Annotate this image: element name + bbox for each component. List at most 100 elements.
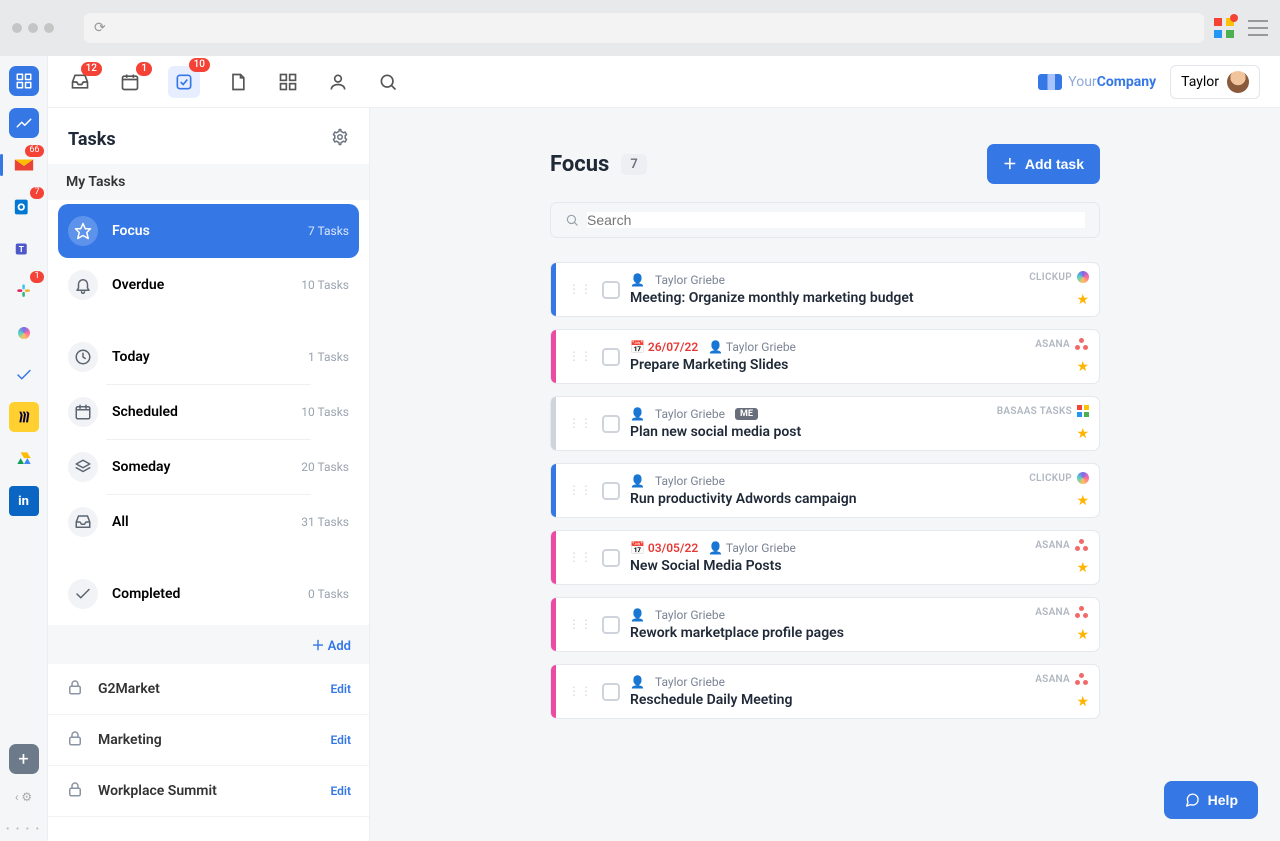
category-today[interactable]: Today1 Tasks [58,330,359,384]
star-icon[interactable]: ★ [1076,627,1089,643]
lock-icon [66,729,84,751]
star-icon[interactable]: ★ [1076,694,1089,710]
category-label: All [112,514,287,530]
category-overdue[interactable]: Overdue10 Tasks [58,258,359,312]
category-count: 0 Tasks [308,587,349,601]
rail-home[interactable] [9,66,39,96]
project-workplace-summit[interactable]: Workplace SummitEdit [48,766,369,817]
due-date: 📅 26/07/22 [630,340,698,354]
task-checkbox[interactable] [602,348,620,366]
rail-gmail[interactable]: 66 [9,150,39,180]
apps-icon[interactable] [276,70,300,94]
drag-handle-icon[interactable]: ⋮⋮ [568,420,592,427]
user-menu[interactable]: Taylor [1170,65,1260,99]
task-card[interactable]: ⋮⋮👤 Taylor GriebeReschedule Daily Meetin… [550,664,1100,719]
stack-icon [68,452,98,482]
rail-clickup[interactable] [9,318,39,348]
rail-tasks-check[interactable] [9,360,39,390]
rail-add-button[interactable]: + [9,744,39,774]
task-title: New Social Media Posts [630,558,1087,574]
task-card[interactable]: ⋮⋮👤 Taylor GriebeMeeting: Organize month… [550,262,1100,317]
logo-mark-icon [1038,74,1062,90]
edit-link[interactable]: Edit [330,784,351,798]
apps-grid-icon[interactable] [1214,18,1234,38]
main-content: Focus 7 ＋ Add task ⋮⋮👤 Taylor GriebeMeet… [370,108,1280,841]
task-checkbox[interactable] [602,415,620,433]
refresh-icon[interactable]: ⟳ [94,20,106,36]
category-label: Overdue [112,277,287,293]
url-bar[interactable]: ⟳ [84,13,1204,43]
dot [44,23,54,33]
rail-linkedin[interactable]: in [9,486,39,516]
rail-more[interactable]: • • • • [6,824,41,835]
task-source: ASANA [1035,539,1089,551]
bell-icon [68,270,98,300]
star-icon[interactable]: ★ [1076,359,1089,375]
drag-handle-icon[interactable]: ⋮⋮ [568,621,592,628]
star-icon[interactable]: ★ [1076,560,1089,576]
category-scheduled[interactable]: Scheduled10 Tasks [58,385,359,439]
task-checkbox[interactable] [602,482,620,500]
lock-icon [66,780,84,802]
tasks-icon[interactable]: 10 [168,66,200,98]
add-task-button[interactable]: ＋ Add task [987,144,1100,184]
assignee: Taylor Griebe [655,608,725,622]
svg-text:T: T [18,245,23,255]
rail-settings[interactable]: ‹ ⚙ [15,790,32,804]
dot [28,23,38,33]
project-g2market[interactable]: G2Market Edit [48,664,369,715]
task-card[interactable]: ⋮⋮👤 Taylor GriebeRun productivity Adword… [550,463,1100,518]
rail-analytics[interactable] [9,108,39,138]
task-card[interactable]: ⋮⋮📅 03/05/22👤 Taylor GriebeNew Social Me… [550,530,1100,585]
rail-slack[interactable]: 1 [9,276,39,306]
project-marketing[interactable]: MarketingEdit [48,715,369,766]
drag-handle-icon[interactable]: ⋮⋮ [568,554,592,561]
star-icon[interactable]: ★ [1076,426,1089,442]
assignee: Taylor Griebe [655,273,725,287]
category-label: Scheduled [112,404,287,420]
task-card[interactable]: ⋮⋮👤 Taylor Griebe MEPlan new social medi… [550,396,1100,451]
gear-icon[interactable] [331,128,349,150]
search-input[interactable] [587,212,1085,228]
task-card[interactable]: ⋮⋮👤 Taylor GriebeRework marketplace prof… [550,597,1100,652]
project-label: G2Market [98,681,316,697]
help-button[interactable]: Help [1164,781,1258,819]
person-icon: 👤 [630,675,645,689]
drag-handle-icon[interactable]: ⋮⋮ [568,353,592,360]
category-focus[interactable]: Focus7 Tasks [58,204,359,258]
dot [12,23,22,33]
search-icon[interactable] [376,70,400,94]
task-card[interactable]: ⋮⋮📅 26/07/22👤 Taylor GriebePrepare Marke… [550,329,1100,384]
task-title: Meeting: Organize monthly marketing budg… [630,290,1087,306]
rail-teams[interactable]: T [9,234,39,264]
add-category-button[interactable]: ＋ Add [48,625,369,664]
category-someday[interactable]: Someday20 Tasks [58,440,359,494]
search-box[interactable] [550,202,1100,238]
task-checkbox[interactable] [602,281,620,299]
panel-title: Tasks [68,129,116,150]
star-icon[interactable]: ★ [1076,493,1089,509]
window-controls [12,23,54,33]
edit-link[interactable]: Edit [330,682,351,696]
inbox-icon[interactable]: 12 [68,70,92,94]
profile-icon[interactable] [326,70,350,94]
badge: 66 [25,145,43,157]
star-icon[interactable]: ★ [1076,292,1089,308]
task-checkbox[interactable] [602,549,620,567]
calendar-icon[interactable]: 1 [118,70,142,94]
document-icon[interactable] [226,70,250,94]
edit-link[interactable]: Edit [330,733,351,747]
assignee: Taylor Griebe [655,675,725,689]
drag-handle-icon[interactable]: ⋮⋮ [568,688,592,695]
rail-drive[interactable] [9,444,39,474]
rail-outlook[interactable]: 7 [9,192,39,222]
category-completed[interactable]: Completed0 Tasks [58,567,359,621]
task-checkbox[interactable] [602,683,620,701]
menu-icon[interactable] [1248,20,1268,36]
rail-miro[interactable] [9,402,39,432]
drag-handle-icon[interactable]: ⋮⋮ [568,286,592,293]
task-checkbox[interactable] [602,616,620,634]
company-logo: YourCompany [1038,74,1156,90]
category-all[interactable]: All31 Tasks [58,495,359,549]
drag-handle-icon[interactable]: ⋮⋮ [568,487,592,494]
